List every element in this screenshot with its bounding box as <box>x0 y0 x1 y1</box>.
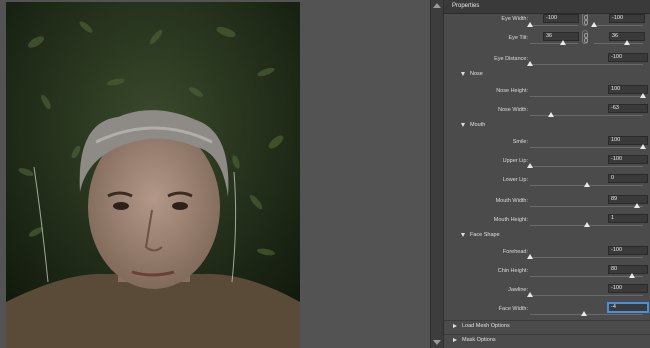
eye-distance-thumb[interactable] <box>527 61 533 66</box>
mouth-height-label: Mouth Height: <box>493 217 528 223</box>
nose-width-field[interactable]: -63 <box>608 104 648 113</box>
mouth-section-header[interactable]: Mouth <box>461 122 485 132</box>
chin-height-thumb[interactable] <box>628 273 635 278</box>
collapse-triangle-icon <box>453 338 457 342</box>
chin-height-slider[interactable] <box>530 273 643 278</box>
upper-lip-slider[interactable] <box>527 163 643 168</box>
lower-lip-thumb[interactable] <box>583 182 590 187</box>
nose-width-row: Nose Width: -63 <box>444 103 650 123</box>
jawline-field[interactable]: -100 <box>608 284 648 293</box>
eye-tilt-right-thumb[interactable] <box>624 40 631 45</box>
mouth-width-slider[interactable] <box>530 203 643 208</box>
link-icon[interactable] <box>582 14 588 26</box>
portrait-photo[interactable] <box>6 2 300 348</box>
forehead-slider[interactable] <box>527 254 643 259</box>
smile-slider[interactable] <box>530 144 646 149</box>
eye-width-right-field[interactable]: -100 <box>609 14 645 23</box>
mouth-height-slider[interactable] <box>530 222 643 227</box>
smile-row: Smile: 100 <box>444 135 650 155</box>
link-icon[interactable] <box>582 30 588 44</box>
panel-body: Eye Width: -100 -100 Eye Tilt: 36 36 Eye… <box>444 14 650 348</box>
divider <box>444 320 650 321</box>
mouth-width-thumb[interactable] <box>633 203 640 208</box>
scroll-up-arrow-icon[interactable] <box>433 3 441 8</box>
lower-lip-field[interactable]: 0 <box>608 174 648 183</box>
nose-section-header[interactable]: Nose <box>461 71 483 81</box>
face-width-thumb[interactable] <box>581 311 588 316</box>
scroll-down-arrow-icon[interactable] <box>433 340 441 345</box>
face-shape-section-header[interactable]: Face Shape <box>461 232 500 242</box>
mask-options-label: Mask Options <box>462 337 496 343</box>
nose-height-slider[interactable] <box>530 93 646 98</box>
properties-panel: Properties Eye Width: -100 -100 Eye Tilt… <box>443 0 650 348</box>
jawline-row: Jawline: -100 <box>444 283 650 303</box>
expand-triangle-icon <box>461 72 465 76</box>
upper-lip-row: Upper Lip: -100 <box>444 154 650 174</box>
eye-width-left-slider[interactable] <box>527 22 578 27</box>
nose-width-thumb[interactable] <box>547 112 554 117</box>
nose-section-label: Nose <box>470 71 483 77</box>
eye-tilt-row: Eye Tilt: 36 36 <box>444 30 650 51</box>
nose-height-label: Nose Height: <box>496 88 528 94</box>
jawline-label: Jawline: <box>508 287 528 293</box>
smile-label: Smile: <box>512 139 528 145</box>
nose-width-label: Nose Width: <box>498 107 528 113</box>
jawline-slider[interactable] <box>527 292 643 297</box>
expand-triangle-icon <box>461 123 465 127</box>
eye-distance-row: Eye Distance: -100 <box>444 52 650 72</box>
chin-height-row: Chin Height: 80 <box>444 264 650 284</box>
smile-thumb[interactable] <box>640 144 646 149</box>
face-shape-section-label: Face Shape <box>470 232 500 238</box>
face-width-label: Face Width: <box>498 306 528 312</box>
forehead-field[interactable]: -100 <box>608 246 648 255</box>
portrait-image <box>6 2 300 348</box>
mouth-width-label: Mouth Width: <box>495 198 528 204</box>
nose-width-slider[interactable] <box>530 112 643 117</box>
nose-height-thumb[interactable] <box>640 93 646 98</box>
document-canvas[interactable] <box>0 0 430 348</box>
upper-lip-thumb[interactable] <box>527 163 533 168</box>
expand-triangle-icon <box>461 233 465 237</box>
eye-width-right-slider[interactable] <box>591 22 643 27</box>
lower-lip-label: Lower Lip: <box>502 177 528 183</box>
mouth-height-thumb[interactable] <box>584 222 591 227</box>
panel-header: Properties <box>444 0 650 14</box>
forehead-thumb[interactable] <box>527 254 533 259</box>
divider <box>444 334 650 335</box>
nose-height-row: Nose Height: 100 <box>444 84 650 104</box>
mask-options-header[interactable]: Mask Options <box>453 337 496 347</box>
upper-lip-label: Upper Lip: <box>502 158 528 164</box>
eye-tilt-right-slider[interactable] <box>594 40 643 45</box>
load-mesh-options-header[interactable]: Load Mesh Options <box>453 323 510 333</box>
collapse-triangle-icon <box>453 324 457 328</box>
load-mesh-options-label: Load Mesh Options <box>462 323 510 329</box>
chin-height-label: Chin Height: <box>497 268 528 274</box>
mouth-height-field[interactable]: 1 <box>608 214 648 223</box>
panel-title: Properties <box>452 3 480 9</box>
face-width-row: Face Width: -4 <box>444 302 650 322</box>
vertical-scrollbar[interactable] <box>430 0 443 348</box>
lower-lip-slider[interactable] <box>530 182 643 187</box>
face-width-slider[interactable] <box>530 311 643 316</box>
eye-width-right-thumb[interactable] <box>591 22 597 27</box>
lower-lip-row: Lower Lip: 0 <box>444 173 650 193</box>
upper-lip-field[interactable]: -100 <box>608 155 648 164</box>
mouth-width-field[interactable]: 89 <box>608 195 648 204</box>
eye-width-left-field[interactable]: -100 <box>543 14 579 23</box>
face-width-field[interactable]: -4 <box>608 303 648 312</box>
mouth-height-row: Mouth Height: 1 <box>444 213 650 233</box>
forehead-row: Forehead: -100 <box>444 245 650 265</box>
jawline-thumb[interactable] <box>527 292 533 297</box>
forehead-label: Forehead: <box>502 249 528 255</box>
mouth-section-label: Mouth <box>470 122 486 128</box>
mouth-width-row: Mouth Width: 89 <box>444 194 650 214</box>
eye-distance-field[interactable]: -100 <box>608 53 648 62</box>
eye-tilt-label: Eye Tilt: <box>508 35 528 41</box>
eye-tilt-left-slider[interactable] <box>530 40 578 45</box>
eye-tilt-left-thumb[interactable] <box>559 40 566 45</box>
eye-width-label: Eye Width: <box>501 16 528 22</box>
eye-distance-label: Eye Distance: <box>494 56 528 62</box>
eye-distance-slider[interactable] <box>527 61 643 66</box>
eye-width-left-thumb[interactable] <box>527 22 533 27</box>
